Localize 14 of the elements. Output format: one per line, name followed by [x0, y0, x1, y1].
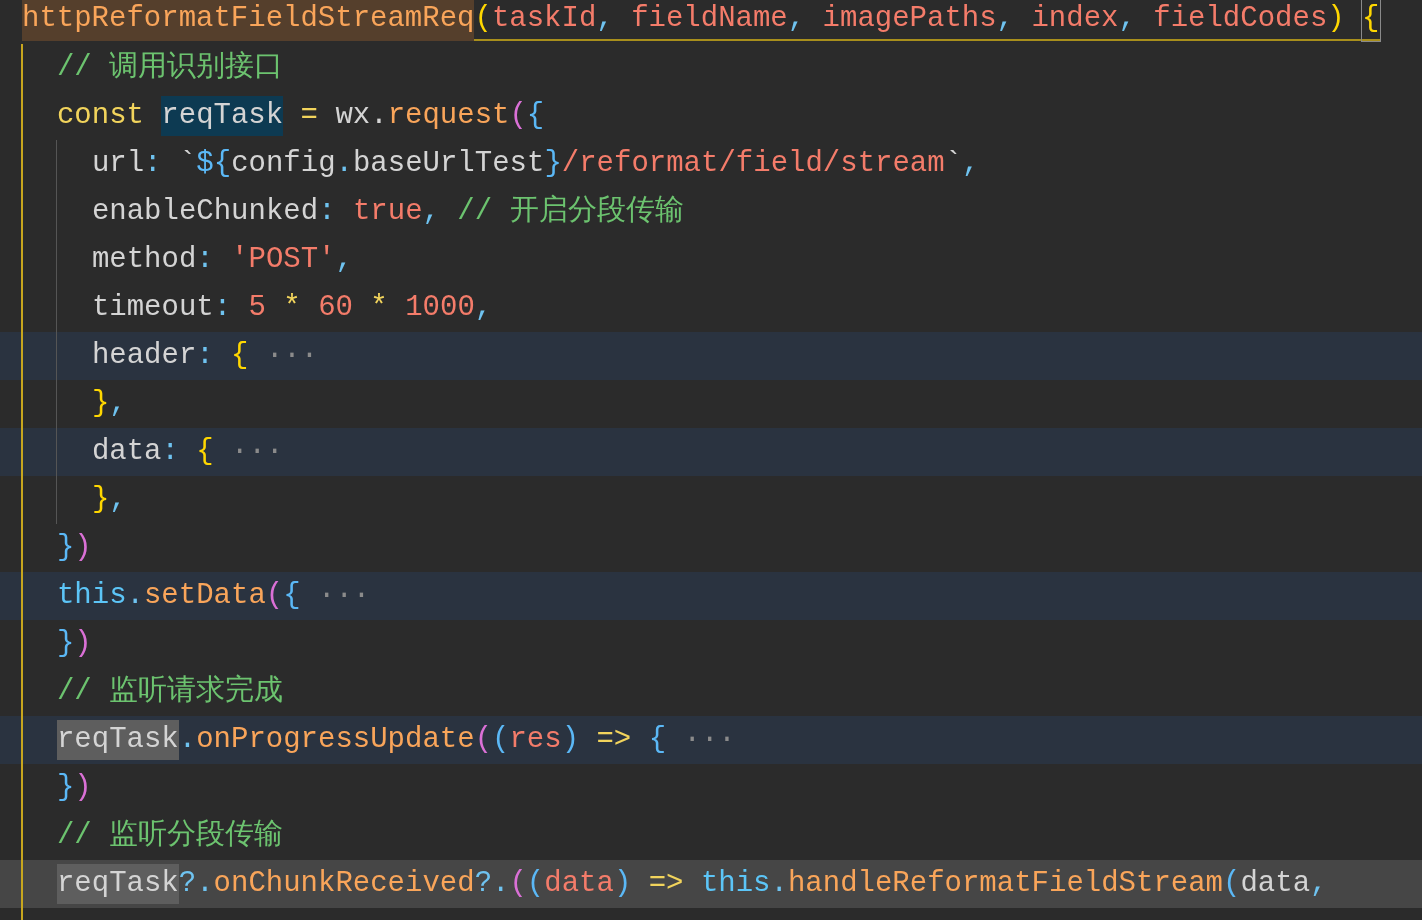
code-line: httpReformatFieldStreamReq(taskId, fieldName, imagePaths, index, fieldCodes) { [0, 0, 1422, 44]
code-line: }, [90, 482, 128, 518]
code-line: timeout: 5 * 60 * 1000, [90, 290, 494, 326]
code-line: method: 'POST', [90, 242, 354, 278]
code-line: }) [55, 770, 93, 806]
code-line: enableChunked: true, // 开启分段传输 [90, 193, 685, 230]
code-line: // 监听分段传输 [55, 818, 285, 854]
code-line: const reqTask = wx.request({ [0, 92, 1422, 140]
code-line: }, [90, 386, 128, 422]
code-line: // 调用识别接口 [55, 50, 285, 86]
code-line: }) [55, 626, 93, 662]
code-line: }) [55, 530, 93, 566]
code-line: // 监听请求完成 [55, 673, 285, 710]
code-line: url: `${config.baseUrlTest}/reformat/field/stream`, [90, 146, 981, 182]
